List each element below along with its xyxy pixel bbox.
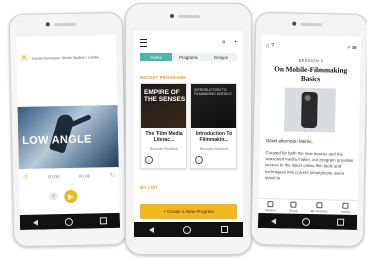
home-icon[interactable]: ⌂ (266, 43, 270, 49)
session-icon (267, 200, 274, 207)
header-actions: ⌕ ◔ (222, 39, 237, 47)
time-elapsed: 00:00 (47, 174, 60, 180)
close-icon[interactable]: ✕ (20, 53, 28, 63)
recents-icon[interactable] (221, 226, 229, 233)
cover-title: EMPIRE OF THE SENSES (144, 89, 186, 103)
program-title: The 'Film Media Literac... (145, 131, 183, 144)
tab-label: My Progress (310, 208, 328, 213)
program-card[interactable]: EMPIRE OF THE SENSES The 'Film Media Lit… (140, 83, 187, 169)
android-navbar (257, 212, 358, 231)
menu-icon[interactable] (140, 39, 147, 47)
play-icon: ▶ (68, 193, 74, 201)
program-title: Introduction To Filmmakin... (195, 131, 233, 144)
progress-icon (316, 201, 323, 208)
session-header: ⌂ ? ⌕ ☰ (266, 43, 357, 52)
group-icon (290, 201, 297, 208)
menu-icon[interactable]: ☰ (352, 45, 357, 51)
video-frame[interactable]: LOW ANGLE (17, 104, 119, 170)
session-body: Curated for both the new learner and the… (264, 150, 354, 181)
tab-group[interactable]: Group (289, 201, 298, 212)
section-title-mylist: MY LIST (140, 185, 158, 190)
activity-icon (342, 202, 349, 209)
info-icon[interactable]: i (49, 192, 58, 201)
program-cover: EMPIRE OF THE SENSES (141, 84, 186, 128)
phone-right: ⌂ ? ⌕ ☰ SESSION 5 On Mobile-Filmmaking B… (250, 11, 367, 248)
tab-groups[interactable]: Groups (204, 53, 237, 61)
program-cover: INTRODUCTION TO FILMMAKING MODELS (191, 84, 236, 128)
back-icon[interactable] (33, 219, 39, 226)
home-icon[interactable] (64, 217, 73, 226)
home-screen: ⌕ ◔ Home Programs Groups RECENT PROGRAMS… (134, 31, 243, 237)
home-icon[interactable] (183, 225, 192, 234)
tab-session[interactable]: Session (264, 200, 276, 212)
info-icon[interactable]: i (195, 156, 203, 164)
session-title: On Mobile-Filmmaking Basics (274, 65, 348, 83)
speaker-grille (53, 22, 76, 27)
forward-icon[interactable]: ↻ (110, 172, 115, 179)
tab-activity[interactable]: Activity (341, 202, 351, 213)
player-screen: ✕ Karate Kurosawa: Studio Studies / Lamb… (16, 34, 121, 231)
cover-title: INTRODUCTION TO FILMMAKING MODELS (194, 88, 232, 96)
section-title-recent: RECENT PROGRAMS (140, 75, 187, 80)
rewind-icon[interactable]: ↺ (23, 174, 28, 181)
phone-left: ✕ Karate Kurosawa: Studio Studies / Lamb… (8, 11, 128, 248)
recents-icon[interactable] (99, 217, 107, 225)
back-icon[interactable] (271, 217, 277, 224)
home-icon[interactable] (302, 217, 311, 226)
phone-center: ⌕ ◔ Home Programs Groups RECENT PROGRAMS… (125, 3, 252, 255)
front-camera (45, 22, 50, 27)
session-kicker: SESSION 5 (298, 57, 324, 64)
header-right-icons: ⌕ ☰ (347, 45, 357, 52)
player-controls: ↺ 00:00 00:06 ↻ (23, 172, 115, 181)
speaker-grille (178, 15, 200, 18)
phone-photo (301, 91, 318, 129)
session-screen: ⌂ ? ⌕ ☰ SESSION 5 On Mobile-Filmmaking B… (257, 34, 361, 231)
tab-bar: Home Programs Groups (140, 53, 237, 61)
session-image (283, 87, 336, 133)
tab-label: Session (264, 207, 276, 212)
program-author: Brendan Bradford (149, 147, 179, 151)
time-total: 00:06 (78, 173, 91, 179)
help-icon[interactable]: ? (271, 43, 274, 49)
greeting: Good afternoon Merlin, (265, 138, 313, 145)
info-icon[interactable]: i (145, 156, 153, 164)
notifications-icon[interactable]: ◔ (233, 39, 237, 47)
front-camera (170, 14, 174, 18)
tab-progress[interactable]: My Progress (310, 201, 328, 213)
app-header: ⌕ ◔ (140, 39, 237, 47)
play-button[interactable]: ▶ (64, 189, 78, 204)
player-title: Karate Kurosawa: Studio Studies / Lambe.… (32, 54, 102, 61)
tab-label: Activity (340, 209, 351, 214)
search-icon[interactable]: ⌕ (347, 45, 350, 51)
tab-home[interactable]: Home (140, 53, 173, 61)
video-title: LOW ANGLE (22, 133, 92, 147)
tab-label: Group (289, 208, 298, 213)
tab-programs[interactable]: Programs (172, 53, 205, 61)
front-camera (292, 21, 297, 26)
player-header: ✕ Karate Kurosawa: Studio Studies / Lamb… (20, 52, 112, 63)
program-card[interactable]: INTRODUCTION TO FILMMAKING MODELS Introd… (190, 83, 237, 169)
speaker-grille (300, 22, 323, 27)
search-icon[interactable]: ⌕ (222, 39, 226, 47)
header-left-icons: ⌂ ? (266, 43, 275, 50)
android-navbar (134, 222, 243, 237)
recents-icon[interactable] (336, 218, 344, 226)
create-program-button[interactable]: + Create a New Program (140, 204, 237, 219)
android-navbar (19, 212, 121, 231)
program-author: Brendan Bradford (199, 147, 229, 151)
back-icon[interactable] (148, 226, 154, 233)
